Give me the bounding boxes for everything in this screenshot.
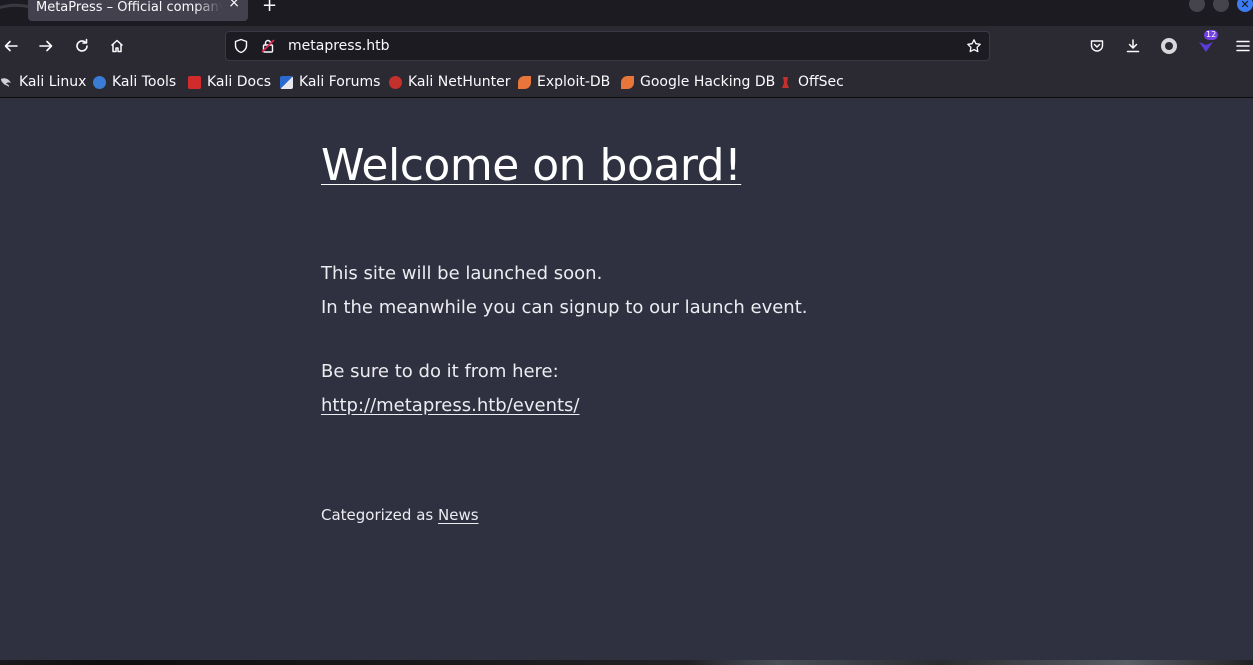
home-icon[interactable] xyxy=(107,36,127,56)
bookmark-label: Kali Linux xyxy=(19,74,87,90)
bookmark-kali-nethunter[interactable]: Kali NetHunter xyxy=(389,73,510,91)
bookmark-label: OffSec xyxy=(798,74,844,90)
bookmarks-toolbar: Kali Linux Kali Tools Kali Docs Kali For… xyxy=(0,67,1253,98)
bookmark-label: Kali NetHunter xyxy=(408,74,511,90)
insecure-lock-icon[interactable] xyxy=(258,36,278,56)
bookmark-kali-linux[interactable]: Kali Linux xyxy=(0,73,86,91)
tracking-protection-shield-icon[interactable] xyxy=(231,36,251,56)
extension-badge: 12 xyxy=(1204,30,1219,40)
new-tab-icon[interactable]: + xyxy=(262,0,277,16)
nav-toolbar: metapress.htb 12 xyxy=(0,26,1253,67)
tab-strip: MetaPress – Official company site × + ✕ xyxy=(0,0,1253,26)
bookmark-kali-forums[interactable]: Kali Forums xyxy=(280,73,380,91)
desktop-taskbar-edge xyxy=(0,660,1253,665)
bookmark-offsec[interactable]: OffSec xyxy=(779,73,844,91)
bookmark-label: Google Hacking DB xyxy=(640,74,776,90)
back-icon[interactable] xyxy=(1,36,21,56)
bookmark-kali-docs[interactable]: Kali Docs xyxy=(188,73,271,91)
category-prefix: Categorized as xyxy=(321,506,434,524)
bookmark-google-hacking-db[interactable]: Google Hacking DB xyxy=(621,73,775,91)
page-content: Welcome on board! This site will be laun… xyxy=(0,98,1253,660)
offsec-icon xyxy=(779,76,792,89)
bookmark-label: Kali Forums xyxy=(299,74,381,90)
kali-docs-icon xyxy=(188,75,201,89)
bookmark-exploit-db[interactable]: Exploit-DB xyxy=(518,73,610,91)
events-link[interactable]: http://metapress.htb/events/ xyxy=(321,395,580,416)
tab-title: MetaPress – Official company site xyxy=(36,0,222,15)
category-line: Categorized as News xyxy=(321,506,479,524)
tab-close-icon[interactable]: × xyxy=(228,0,240,11)
bookmark-star-icon[interactable] xyxy=(964,36,984,56)
extension-circle-icon[interactable] xyxy=(1159,36,1179,56)
bookmark-label: Kali Tools xyxy=(112,74,177,90)
forward-icon[interactable] xyxy=(36,36,56,56)
kali-dragon-icon xyxy=(0,76,13,89)
menu-hamburger-icon[interactable] xyxy=(1233,36,1253,56)
nethunter-icon xyxy=(389,75,402,89)
reload-icon[interactable] xyxy=(72,36,92,56)
kali-forums-icon xyxy=(280,75,293,89)
minimize-icon[interactable] xyxy=(1189,0,1205,12)
bookmark-kali-tools[interactable]: Kali Tools xyxy=(93,73,176,91)
ghdb-icon xyxy=(621,75,634,89)
signup-text: In the meanwhile you can signup to our l… xyxy=(321,297,808,318)
address-bar[interactable]: metapress.htb xyxy=(225,31,990,61)
launch-text: This site will be launched soon. xyxy=(321,263,603,284)
url-text[interactable]: metapress.htb xyxy=(288,38,390,54)
active-tab[interactable]: MetaPress – Official company site × xyxy=(28,0,248,21)
category-news-link[interactable]: News xyxy=(438,506,479,524)
instruction-text: Be sure to do it from here: xyxy=(321,361,559,382)
bookmark-label: Kali Docs xyxy=(207,74,272,90)
maximize-icon[interactable] xyxy=(1213,0,1229,12)
page-title[interactable]: Welcome on board! xyxy=(321,139,742,193)
pocket-icon[interactable] xyxy=(1087,36,1107,56)
events-link-paragraph: http://metapress.htb/events/ xyxy=(321,394,580,418)
exploit-db-icon xyxy=(518,75,531,89)
bookmark-label: Exploit-DB xyxy=(537,74,611,90)
downloads-icon[interactable] xyxy=(1123,36,1143,56)
kali-tools-icon xyxy=(93,75,106,89)
kali-wallpaper-swoosh xyxy=(0,3,28,9)
window-close-icon[interactable]: ✕ xyxy=(1237,0,1253,12)
